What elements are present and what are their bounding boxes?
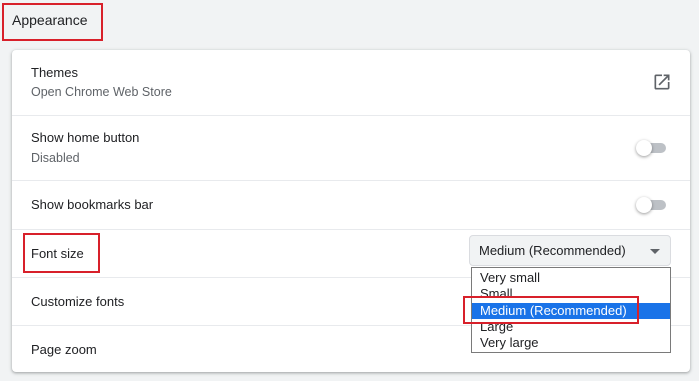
toggle-knob [636,197,652,213]
home-button-status: Disabled [31,151,80,165]
themes-label: Themes [31,65,78,80]
bookmarks-bar-toggle[interactable] [636,197,668,213]
bookmarks-bar-label: Show bookmarks bar [31,197,154,212]
font-size-dropdown-list: Very small Small Medium (Recommended) La… [471,267,671,353]
font-size-label: Font size [31,246,84,261]
page-zoom-label: Page zoom [31,342,97,357]
themes-sublabel: Open Chrome Web Store [31,85,172,99]
dropdown-arrow-icon [650,249,660,254]
external-link-icon[interactable] [652,72,672,92]
home-button-label: Show home button [31,130,140,145]
customize-fonts-label: Customize fonts [31,294,125,309]
toggle-knob [636,140,652,156]
bookmarks-bar-row: Show bookmarks bar [12,180,690,229]
home-button-toggle[interactable] [636,140,668,156]
themes-row[interactable]: Themes Open Chrome Web Store [12,50,690,115]
section-title: Appearance [12,12,88,28]
font-size-selected-value: Medium (Recommended) [479,243,626,258]
font-size-option-small[interactable]: Small [472,286,670,302]
font-size-option-very-large[interactable]: Very large [472,335,670,351]
font-size-option-very-small[interactable]: Very small [472,270,670,286]
home-button-row: Show home button Disabled [12,115,690,180]
font-size-option-medium[interactable]: Medium (Recommended) [472,303,670,319]
font-size-select[interactable]: Medium (Recommended) [469,235,671,266]
font-size-option-large[interactable]: Large [472,319,670,335]
